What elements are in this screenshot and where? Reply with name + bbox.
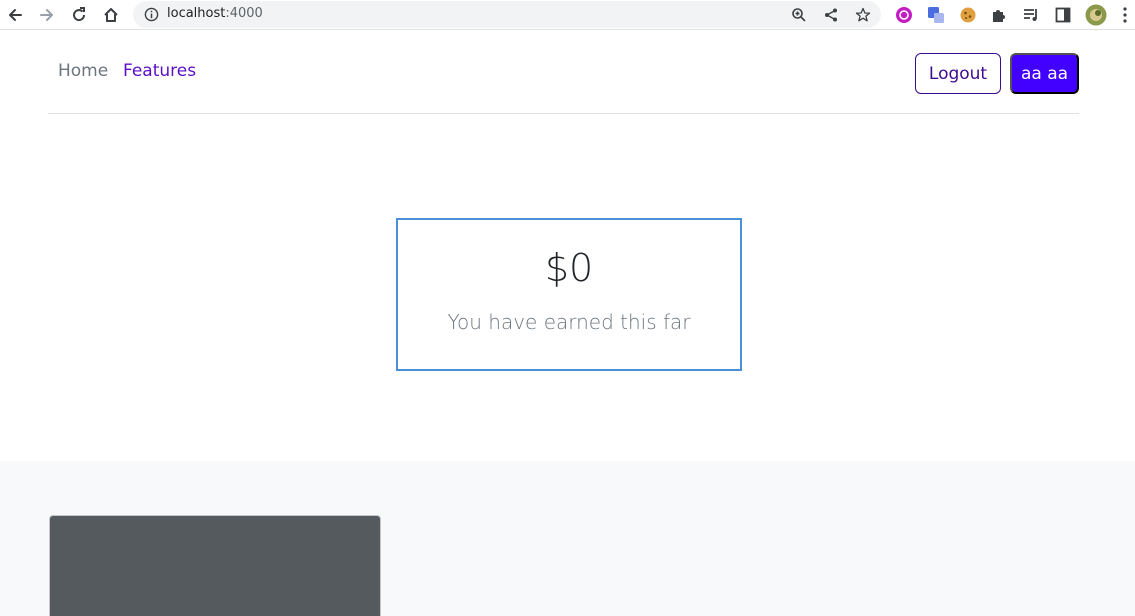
logout-button[interactable]: Logout	[915, 53, 1001, 94]
nav-link-features[interactable]: Features	[123, 61, 196, 81]
earnings-caption: You have earned this far	[447, 310, 691, 334]
forward-arrow-icon[interactable]	[35, 3, 59, 27]
puzzle-icon[interactable]	[988, 4, 1010, 26]
earnings-card: $0 You have earned this far	[396, 218, 742, 371]
reading-list-icon[interactable]	[1020, 4, 1042, 26]
share-icon[interactable]	[821, 5, 841, 25]
earnings-amount: $0	[544, 246, 594, 290]
cookie-extension-icon[interactable]	[957, 4, 979, 26]
extension-icon[interactable]	[893, 4, 915, 26]
back-arrow-icon[interactable]	[3, 3, 27, 27]
url-host: localhost	[167, 6, 226, 21]
url-text: localhost:4000	[167, 6, 263, 21]
nav-link-home[interactable]: Home	[58, 61, 108, 81]
url-port: :4000	[225, 6, 263, 21]
address-bar[interactable]: localhost:4000	[133, 1, 881, 28]
zoom-icon[interactable]	[789, 5, 809, 25]
info-icon[interactable]	[143, 6, 159, 22]
translate-extension-icon[interactable]	[925, 4, 947, 26]
star-icon[interactable]	[853, 5, 873, 25]
profile-avatar-icon[interactable]	[1085, 4, 1107, 26]
side-panel-icon[interactable]	[1052, 4, 1074, 26]
browser-toolbar: localhost:4000	[0, 0, 1135, 30]
site-navbar: Home Features Logout aa aa	[48, 33, 1079, 114]
content-section	[0, 461, 1135, 616]
user-menu-button[interactable]: aa aa	[1010, 53, 1079, 94]
reload-icon[interactable]	[67, 3, 91, 27]
home-icon[interactable]	[99, 3, 123, 27]
content-card	[49, 515, 381, 616]
more-menu-icon[interactable]	[1118, 4, 1132, 26]
